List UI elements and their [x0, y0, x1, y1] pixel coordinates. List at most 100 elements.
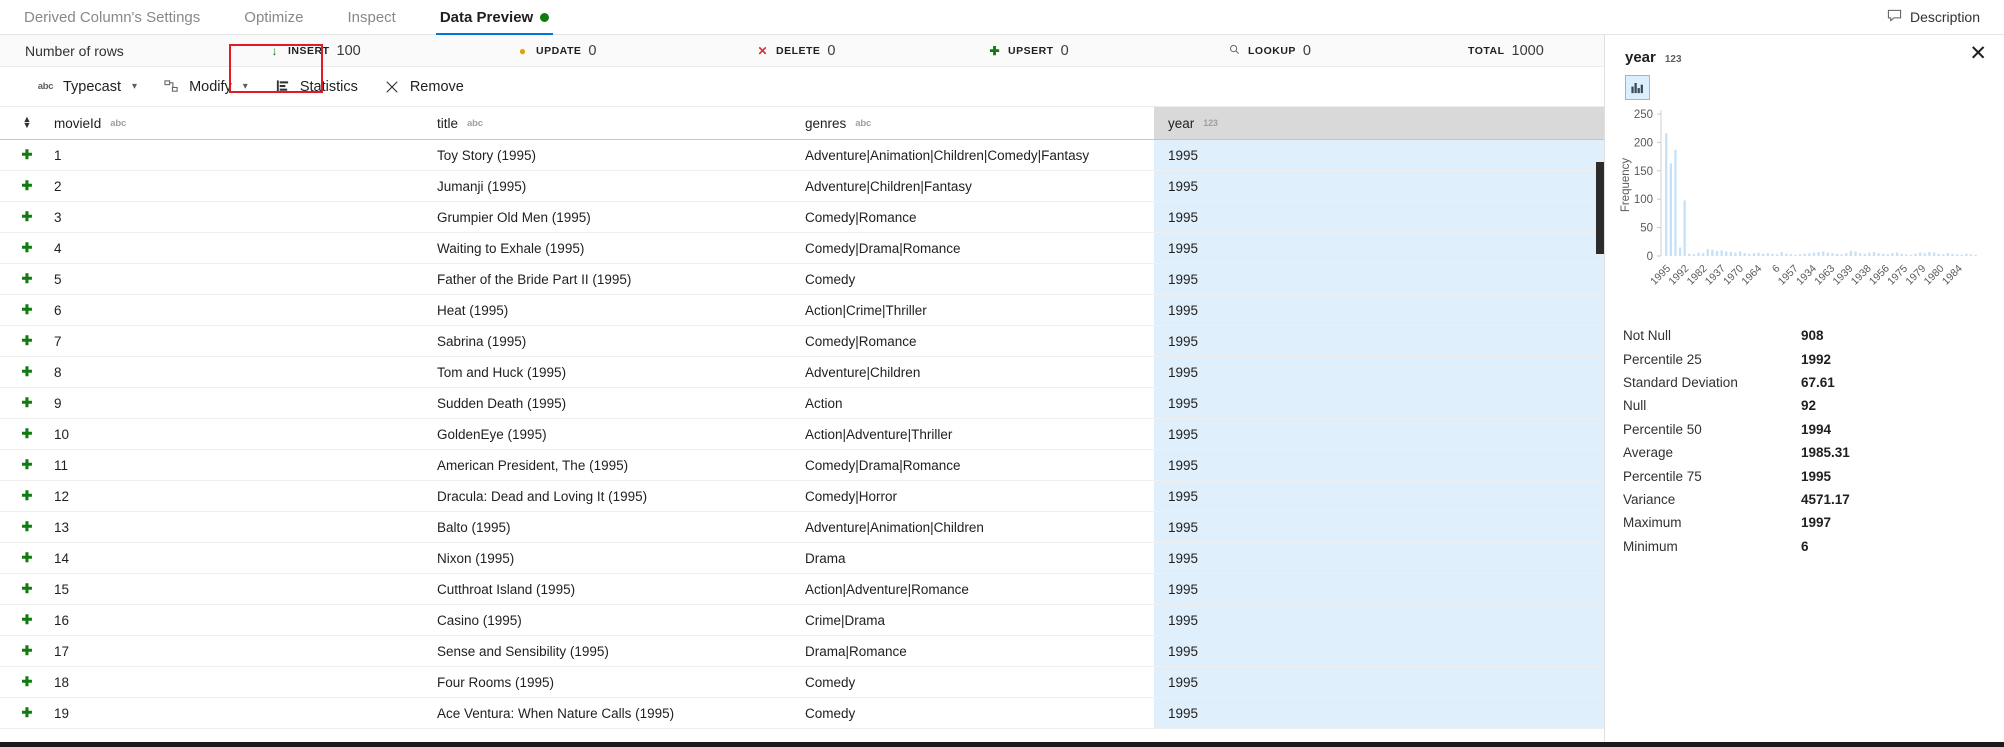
row-expand-icon[interactable]: ✚: [0, 202, 40, 232]
statistics-icon: [274, 78, 291, 95]
table-row[interactable]: ✚ 14 Nixon (1995) Drama 1995: [0, 543, 1604, 574]
table-row[interactable]: ✚ 10 GoldenEye (1995) Action|Adventure|Thri…: [0, 419, 1604, 450]
grid-body[interactable]: ✚ 1 Toy Story (1995) Adventure|Animation|Ch…: [0, 140, 1604, 747]
row-expand-icon[interactable]: ✚: [0, 667, 40, 697]
table-row[interactable]: ✚ 5 Father of the Bride Part II (1995) Come…: [0, 264, 1604, 295]
column-header-year[interactable]: year 123: [1154, 107, 1604, 139]
tab-derived-column-settings[interactable]: Derived Column's Settings: [0, 0, 222, 34]
table-row[interactable]: ✚ 7 Sabrina (1995) Comedy|Romance 1995: [0, 326, 1604, 357]
table-row[interactable]: ✚ 9 Sudden Death (1995) Action 1995: [0, 388, 1604, 419]
sort-toggle-icon[interactable]: ▲ ▼: [0, 107, 40, 139]
modify-button[interactable]: Modify ▾: [150, 72, 261, 102]
column-header-genres[interactable]: genres abc: [791, 107, 1154, 139]
table-row[interactable]: ✚ 4 Waiting to Exhale (1995) Comedy|Drama|R…: [0, 233, 1604, 264]
row-expand-icon[interactable]: ✚: [0, 636, 40, 666]
tab-optimize[interactable]: Optimize: [222, 0, 325, 34]
scrollbar-thumb[interactable]: [1596, 162, 1604, 254]
table-row[interactable]: ✚ 16 Casino (1995) Crime|Drama 1995: [0, 605, 1604, 636]
cell-year: 1995: [1154, 202, 1604, 232]
column-header-title[interactable]: title abc: [423, 107, 791, 139]
cell-movieid: 11: [54, 457, 69, 473]
cell-title: Four Rooms (1995): [437, 674, 555, 690]
delete-icon: ✕: [757, 43, 768, 58]
cell-movieid: 16: [54, 612, 70, 628]
row-expand-icon[interactable]: ✚: [0, 698, 40, 728]
metric-name: UPDATE: [536, 44, 582, 57]
cell-year: 1995: [1154, 388, 1604, 418]
cell-year: 1995: [1154, 481, 1604, 511]
metric-name: UPSERT: [1008, 44, 1054, 57]
cell-title: American President, The (1995): [437, 457, 629, 473]
table-row[interactable]: ✚ 13 Balto (1995) Adventure|Animation|Child…: [0, 512, 1604, 543]
row-expand-icon[interactable]: ✚: [0, 233, 40, 263]
cell-year: 1995: [1154, 512, 1604, 542]
row-expand-icon[interactable]: ✚: [0, 450, 40, 480]
tab-label: Optimize: [244, 8, 304, 26]
cell-title: Tom and Huck (1995): [437, 364, 567, 380]
row-expand-icon[interactable]: ✚: [0, 326, 40, 356]
typecast-button[interactable]: abc Typecast ▾: [24, 72, 150, 102]
svg-text:1964: 1964: [1739, 263, 1764, 288]
metric-value: 1000: [1511, 42, 1544, 59]
table-row[interactable]: ✚ 2 Jumanji (1995) Adventure|Children|Fanta…: [0, 171, 1604, 202]
column-header-movieid[interactable]: movieId abc: [40, 107, 423, 139]
description-button[interactable]: Description: [1863, 0, 2004, 34]
statistic-row: Average 1985.31: [1623, 441, 1984, 464]
column-type-tag: abc: [467, 117, 483, 129]
row-expand-icon[interactable]: ✚: [0, 512, 40, 542]
vertical-scrollbar[interactable]: [1596, 140, 1604, 747]
table-row[interactable]: ✚ 6 Heat (1995) Action|Crime|Thriller 1995: [0, 295, 1604, 326]
table-row[interactable]: ✚ 18 Four Rooms (1995) Comedy 1995: [0, 667, 1604, 698]
table-row[interactable]: ✚ 8 Tom and Huck (1995) Adventure|Children 1…: [0, 357, 1604, 388]
metric-update: ● UPDATE 0: [516, 42, 597, 59]
statistics-button[interactable]: Statistics: [261, 72, 371, 102]
tab-data-preview[interactable]: Data Preview: [418, 0, 571, 35]
table-row[interactable]: ✚ 17 Sense and Sensibility (1995) Drama|Rom…: [0, 636, 1604, 667]
statistic-name: Percentile 50: [1623, 421, 1702, 437]
table-row[interactable]: ✚ 15 Cutthroat Island (1995) Action|Adventu…: [0, 574, 1604, 605]
metric-value: 0: [588, 42, 597, 59]
abc-icon: abc: [37, 81, 54, 92]
row-expand-icon[interactable]: ✚: [0, 140, 40, 170]
bar-chart-toggle-button[interactable]: [1625, 75, 1650, 100]
cell-genres: Action|Crime|Thriller: [805, 302, 927, 318]
command-toolbar: abc Typecast ▾ Modify ▾ Statistics Remov…: [0, 44, 1604, 107]
cell-title: Sudden Death (1995): [437, 395, 567, 411]
row-expand-icon[interactable]: ✚: [0, 481, 40, 511]
insert-icon: ↓: [271, 43, 278, 58]
cell-title: Casino (1995): [437, 612, 522, 628]
row-expand-icon[interactable]: ✚: [0, 605, 40, 635]
statistic-row: Minimum 6: [1623, 535, 1984, 558]
lookup-icon: [1228, 44, 1241, 57]
table-row[interactable]: ✚ 3 Grumpier Old Men (1995) Comedy|Romance 1…: [0, 202, 1604, 233]
metric-total: TOTAL 1000: [1468, 43, 1544, 59]
close-icon[interactable]: ✕: [1969, 43, 1987, 64]
cell-title: Sabrina (1995): [437, 333, 527, 349]
row-expand-icon[interactable]: ✚: [0, 419, 40, 449]
cell-genres: Adventure|Animation|Children: [805, 519, 984, 535]
table-row[interactable]: ✚ 11 American President, The (1995) Comedy|…: [0, 450, 1604, 481]
row-expand-icon[interactable]: ✚: [0, 264, 40, 294]
row-expand-icon[interactable]: ✚: [0, 171, 40, 201]
row-expand-icon[interactable]: ✚: [0, 357, 40, 387]
row-expand-icon[interactable]: ✚: [0, 543, 40, 573]
metric-name: TOTAL: [1468, 44, 1505, 57]
remove-button[interactable]: Remove: [371, 72, 477, 102]
metric-value: 0: [1302, 42, 1311, 59]
row-expand-icon[interactable]: ✚: [0, 388, 40, 418]
table-row[interactable]: ✚ 12 Dracula: Dead and Loving It (1995) Com…: [0, 481, 1604, 512]
row-expand-icon[interactable]: ✚: [0, 574, 40, 604]
table-row[interactable]: ✚ 1 Toy Story (1995) Adventure|Animation|Ch…: [0, 140, 1604, 171]
cell-genres: Comedy|Horror: [805, 488, 898, 504]
metric-value: 0: [1060, 42, 1069, 59]
cell-movieid: 2: [54, 178, 62, 194]
statistic-row: Null 92: [1623, 394, 1984, 417]
tab-bar: Derived Column's Settings Optimize Inspe…: [0, 0, 2004, 35]
statistic-row: Percentile 75 1995: [1623, 464, 1984, 487]
row-expand-icon[interactable]: ✚: [0, 295, 40, 325]
column-name: genres: [805, 115, 847, 131]
statistic-value: 92: [1801, 398, 1817, 414]
table-row[interactable]: ✚ 19 Ace Ventura: When Nature Calls (1995)…: [0, 698, 1604, 729]
tab-inspect[interactable]: Inspect: [325, 0, 417, 34]
update-icon: ●: [518, 43, 527, 58]
